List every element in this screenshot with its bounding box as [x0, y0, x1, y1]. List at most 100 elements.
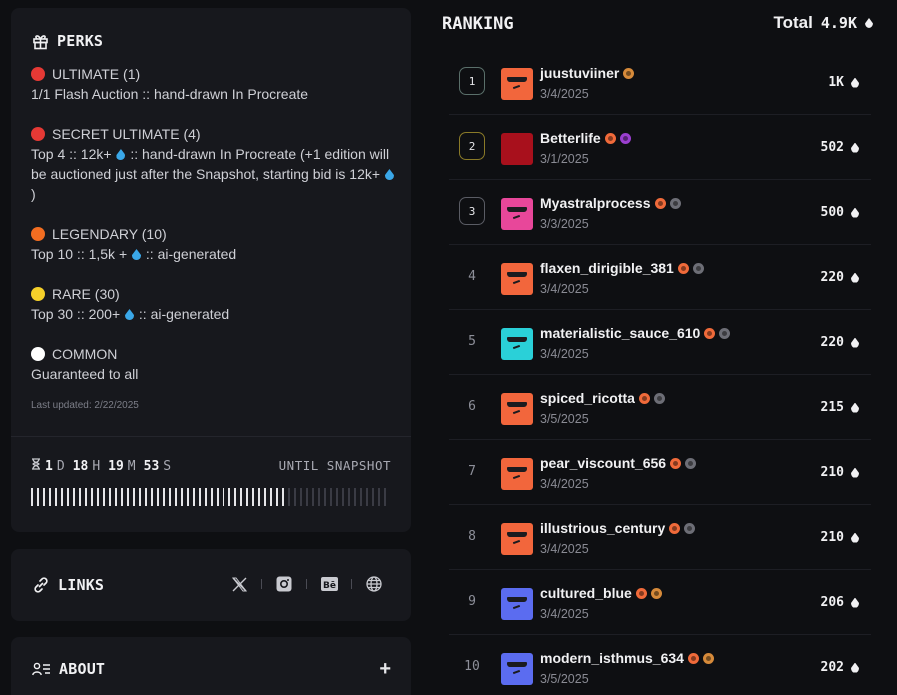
- countdown-hours-unit: H: [92, 459, 101, 474]
- username[interactable]: flaxen_dirigible_381: [540, 260, 674, 276]
- progress-tick: [168, 488, 171, 506]
- progress-tick: [294, 488, 297, 506]
- links-panel: LINKS Bē: [11, 549, 411, 621]
- perk-rare: RARE (30) Top 30 :: 200+ :: ai-generated: [31, 284, 401, 324]
- avatar[interactable]: [501, 133, 533, 165]
- progress-tick: [372, 488, 375, 506]
- perk-name: COMMON: [52, 346, 118, 362]
- progress-tick: [384, 488, 387, 506]
- score: 210: [821, 465, 859, 480]
- score-value: 215: [820, 400, 844, 415]
- progress-tick: [234, 488, 237, 506]
- orange-dot-icon: [31, 227, 45, 241]
- join-date: 3/4/2025: [540, 607, 589, 621]
- ranking-row[interactable]: 3 Myastralprocess 3/3/2025 500: [449, 180, 871, 245]
- water-drop-icon: [125, 309, 135, 320]
- ranking-row[interactable]: 8 illustrious_century 3/4/2025 210: [449, 505, 871, 570]
- verified-badge-icon: [670, 457, 682, 469]
- avatar[interactable]: [501, 263, 533, 295]
- avatar[interactable]: [501, 198, 533, 230]
- verified-badge-icon: [704, 327, 716, 339]
- ranking-row[interactable]: 10 modern_isthmus_634 3/5/2025 202: [449, 635, 871, 695]
- ranking-row[interactable]: 7 pear_viscount_656 3/4/2025 210: [449, 440, 871, 505]
- perk-description: Top 30 :: 200+ :: ai-generated: [31, 304, 401, 324]
- avatar-face-icon: [507, 272, 527, 286]
- about-header: ABOUT: [32, 660, 105, 678]
- perk-common: COMMON Guaranteed to all: [31, 344, 401, 384]
- verified-badge-icon: [669, 197, 681, 209]
- verified-badge-icon: [685, 457, 697, 469]
- score: 502: [821, 140, 859, 155]
- username[interactable]: Betterlife: [540, 130, 601, 146]
- expand-plus-icon[interactable]: +: [379, 658, 391, 681]
- perk-name: LEGENDARY (10): [52, 226, 167, 242]
- ranking-row[interactable]: 2 Betterlife 3/1/2025 502: [449, 115, 871, 180]
- progress-tick: [282, 488, 285, 506]
- progress-tick: [42, 488, 45, 506]
- total-value: 4.9K: [820, 14, 857, 32]
- avatar[interactable]: [501, 458, 533, 490]
- score: 1K: [828, 75, 859, 90]
- username[interactable]: pear_viscount_656: [540, 455, 666, 471]
- ranking-title: RANKING: [442, 14, 514, 34]
- ranking-row[interactable]: 9 cultured_blue 3/4/2025 206: [449, 570, 871, 635]
- perk-desc-part: :: ai-generated: [142, 246, 237, 262]
- verified-badge-icon: [623, 67, 635, 79]
- about-panel[interactable]: ABOUT +: [11, 637, 411, 695]
- verified-badge-icon: [702, 652, 714, 664]
- progress-tick: [192, 488, 195, 506]
- progress-tick: [138, 488, 141, 506]
- instagram-icon[interactable]: [275, 575, 293, 593]
- ranking-row[interactable]: 6 spiced_ricotta 3/5/2025 215: [449, 375, 871, 440]
- score: 220: [821, 270, 859, 285]
- progress-tick: [48, 488, 51, 506]
- ranking-row[interactable]: 5 materialistic_sauce_610 3/4/2025 220: [449, 310, 871, 375]
- verified-badge-icon: [653, 392, 665, 404]
- drop-icon: [851, 532, 859, 543]
- perk-name: SECRET ULTIMATE (4): [52, 126, 201, 142]
- avatar-face-icon: [507, 77, 527, 91]
- drop-icon: [851, 597, 859, 608]
- until-snapshot-label: UNTIL SNAPSHOT: [278, 458, 391, 473]
- avatar[interactable]: [501, 588, 533, 620]
- username-line: cultured_blue: [540, 585, 662, 601]
- ranking-row[interactable]: 4 flaxen_dirigible_381 3/4/2025 220: [449, 245, 871, 310]
- avatar[interactable]: [501, 328, 533, 360]
- score-value: 1K: [828, 75, 844, 90]
- join-date: 3/4/2025: [540, 87, 589, 101]
- drop-icon: [851, 77, 859, 88]
- avatar[interactable]: [501, 393, 533, 425]
- x-icon[interactable]: [230, 575, 248, 593]
- social-links: Bē: [230, 575, 383, 593]
- username[interactable]: cultured_blue: [540, 585, 632, 601]
- globe-icon[interactable]: [365, 575, 383, 593]
- ranking-total: Total 4.9K: [774, 13, 873, 33]
- verified-badge-icon: [669, 522, 681, 534]
- score-value: 206: [820, 595, 844, 610]
- username[interactable]: juustuviiner: [540, 65, 619, 81]
- avatar[interactable]: [501, 68, 533, 100]
- username[interactable]: spiced_ricotta: [540, 390, 635, 406]
- username[interactable]: Myastralprocess: [540, 195, 651, 211]
- drop-icon: [851, 207, 859, 218]
- progress-tick: [276, 488, 279, 506]
- progress-tick: [186, 488, 189, 506]
- username[interactable]: illustrious_century: [540, 520, 665, 536]
- about-title: ABOUT: [59, 660, 106, 678]
- perk-legendary: LEGENDARY (10) Top 10 :: 1,5k + :: ai-ge…: [31, 224, 401, 264]
- score-value: 502: [820, 140, 844, 155]
- perk-desc-part: Top 4 :: 12k+: [31, 146, 112, 162]
- behance-icon[interactable]: Bē: [320, 575, 338, 593]
- avatar[interactable]: [501, 523, 533, 555]
- rank-number: 10: [464, 658, 480, 674]
- username[interactable]: modern_isthmus_634: [540, 650, 684, 666]
- progress-tick: [114, 488, 117, 506]
- progress-tick: [288, 488, 291, 506]
- drop-icon: [851, 272, 859, 283]
- avatar[interactable]: [501, 653, 533, 685]
- progress-tick: [72, 488, 75, 506]
- username[interactable]: materialistic_sauce_610: [540, 325, 700, 341]
- score: 202: [821, 660, 859, 675]
- ranking-row[interactable]: 1 juustuviiner 3/4/2025 1K: [449, 50, 871, 115]
- svg-text:Bē: Bē: [323, 581, 336, 591]
